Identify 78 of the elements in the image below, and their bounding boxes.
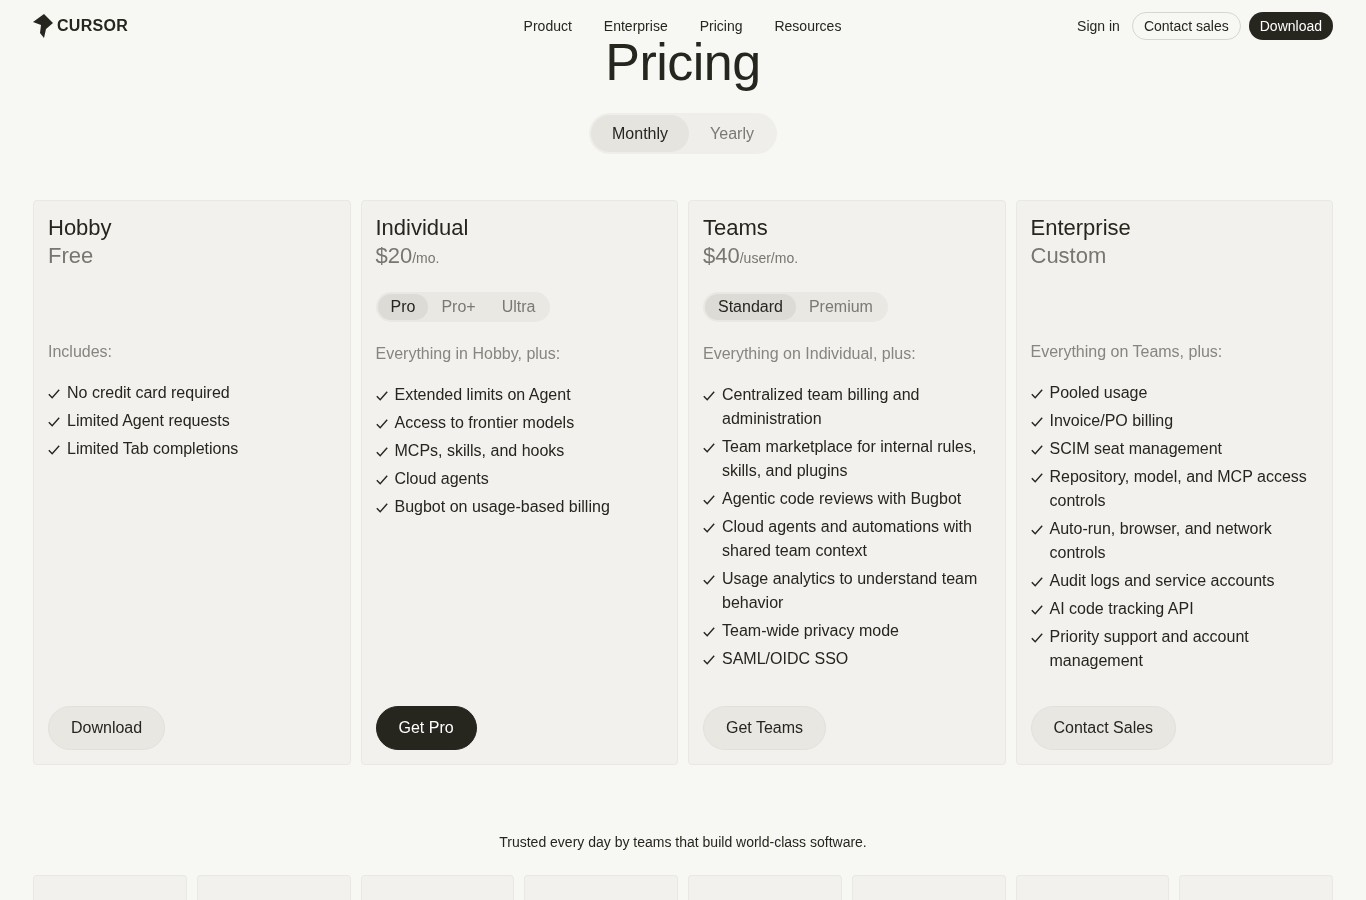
check-icon	[703, 443, 715, 453]
check-icon	[48, 445, 60, 455]
feature-text: AI code tracking API	[1049, 599, 1194, 619]
check-icon	[703, 523, 715, 533]
plan-price: Free	[48, 242, 95, 270]
feature-text: SCIM seat management	[1049, 439, 1223, 459]
feature-text: Audit logs and service accounts	[1049, 571, 1275, 591]
plan-variant-tab[interactable]: Pro	[377, 294, 429, 320]
check-icon	[48, 389, 60, 399]
nav-link[interactable]: Enterprise	[603, 18, 668, 34]
check-icon	[1030, 525, 1043, 535]
feature-text: Usage analytics to understand team behavior	[722, 569, 979, 613]
header-button[interactable]: Download	[1248, 12, 1333, 40]
plan-price: $20/mo.	[375, 242, 441, 270]
features-heading: Includes:	[48, 342, 114, 362]
check-icon	[703, 495, 715, 505]
nav-link[interactable]: Resources	[774, 18, 842, 34]
feature-text: Limited Tab completions	[67, 439, 239, 459]
logo-icon	[32, 14, 54, 38]
feature-text: Invoice/PO billing	[1049, 411, 1174, 431]
logo-link[interactable]: CURSOR	[32, 14, 129, 38]
feature-text: Repository, model, and MCP access controls	[1049, 467, 1308, 511]
check-icon	[703, 627, 715, 637]
feature-text: Priority support and account management	[1049, 627, 1250, 671]
nav-link[interactable]: Pricing	[699, 18, 743, 34]
feature-text: SAML/OIDC SSO	[722, 649, 849, 669]
feature-text: Extended limits on Agent	[394, 385, 571, 405]
plan-name: Individual	[375, 214, 470, 242]
features-heading: Everything in Hobby, plus:	[375, 344, 562, 364]
plan-price: Custom	[1030, 242, 1108, 270]
feature-text: MCPs, skills, and hooks	[394, 441, 565, 461]
billing-period-tab[interactable]: Yearly	[689, 115, 775, 152]
plan-variant-tab[interactable]: Standard	[705, 294, 796, 320]
check-icon	[1030, 417, 1043, 427]
plan-button[interactable]: Contact Sales	[1030, 706, 1177, 750]
feature-text: Cloud agents and automations with shared team context	[722, 517, 973, 561]
billing-period-tab[interactable]: Monthly	[591, 115, 690, 152]
feature-text: Pooled usage	[1049, 383, 1148, 403]
plan-variant-tab[interactable]: Premium	[795, 294, 886, 320]
check-icon	[703, 391, 715, 401]
plan-name: Hobby	[48, 214, 113, 242]
check-icon	[703, 575, 715, 585]
feature-text: Access to frontier models	[394, 413, 575, 433]
feature-text: Team-wide privacy mode	[722, 621, 899, 641]
feature-text: Bugbot on usage-based billing	[394, 497, 610, 517]
check-icon	[48, 417, 60, 427]
feature-text: Agentic code reviews with Bugbot	[722, 489, 962, 509]
header-link[interactable]: Sign in	[1077, 18, 1120, 34]
trusted-caption: Trusted every day by teams that build world-class software.	[499, 833, 867, 852]
features-heading: Everything on Individual, plus:	[703, 344, 917, 364]
check-icon	[1030, 605, 1043, 615]
check-icon	[375, 447, 388, 457]
check-icon	[1030, 633, 1043, 643]
feature-text: Auto-run, browser, and network controls	[1049, 519, 1273, 563]
plan-button[interactable]: Get Pro	[375, 706, 477, 750]
nav-link[interactable]: Product	[523, 18, 572, 34]
plan-name: Teams	[703, 214, 769, 242]
check-icon	[375, 475, 388, 485]
check-icon	[1030, 389, 1043, 399]
check-icon	[1030, 577, 1043, 587]
plan-name: Enterprise	[1030, 214, 1132, 242]
plan-price: $40/user/mo.	[703, 242, 800, 270]
check-icon	[375, 419, 388, 429]
check-icon	[1030, 473, 1043, 483]
check-icon	[1030, 445, 1043, 455]
plan-button[interactable]: Download	[48, 706, 166, 750]
check-icon	[375, 391, 388, 401]
feature-text: Team marketplace for internal rules, skills, and plugins	[722, 437, 978, 481]
feature-text: Centralized team billing and administration	[722, 385, 921, 429]
plan-button[interactable]: Get Teams	[703, 706, 827, 750]
features-heading: Everything on Teams, plus:	[1030, 342, 1224, 362]
feature-text: No credit card required	[67, 383, 230, 403]
check-icon	[375, 503, 388, 513]
plan-variant-tab[interactable]: Pro+	[428, 294, 489, 320]
check-icon	[703, 655, 715, 665]
plan-variant-tab[interactable]: Ultra	[488, 294, 549, 320]
feature-text: Cloud agents	[394, 469, 489, 489]
feature-text: Limited Agent requests	[67, 411, 230, 431]
